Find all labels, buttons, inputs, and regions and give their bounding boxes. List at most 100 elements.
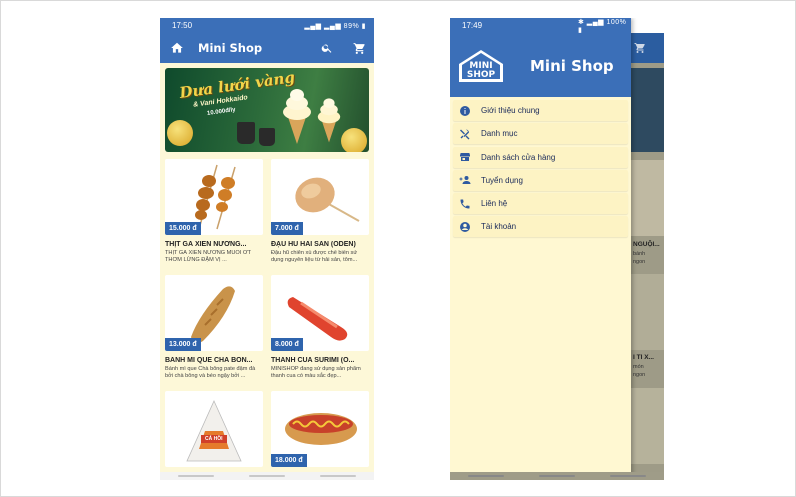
status-time: 17:50 bbox=[172, 21, 193, 30]
restaurant-icon bbox=[460, 129, 470, 140]
menu-item-about[interactable]: Giới thiệu chung bbox=[453, 100, 628, 121]
menu-item-label: Liên hệ bbox=[481, 199, 508, 209]
product-name-fragment: I TI X... bbox=[633, 354, 654, 361]
account-icon bbox=[460, 221, 470, 232]
product-desc-fragment: ngon bbox=[633, 259, 646, 265]
price-tag: 7.000 đ bbox=[271, 222, 303, 235]
menu-item-label: Danh mục bbox=[481, 129, 518, 139]
store-icon bbox=[460, 153, 470, 162]
product-image: 13.000 đ bbox=[165, 275, 263, 351]
search-button[interactable] bbox=[320, 41, 334, 55]
signal-icon: ▂▄▆ ▂▄▆ bbox=[304, 22, 342, 30]
product-card[interactable]: 8.000 đ THANH CUA SURIMI (O... MINISHOP … bbox=[271, 275, 369, 387]
melon-image bbox=[167, 120, 193, 146]
onigiri-image bbox=[186, 400, 242, 462]
product-image: 18.000 đ bbox=[271, 391, 369, 467]
product-image: 15.000 đ bbox=[165, 159, 263, 235]
ice-cream-image bbox=[317, 98, 341, 143]
product-image-fragment bbox=[631, 160, 664, 236]
product-card[interactable]: CÁ HỒI bbox=[165, 391, 263, 480]
cart-button[interactable] bbox=[352, 41, 366, 55]
phone-drawer-screen: NGUỘI... bánh ngon I TI X... món ngon 17… bbox=[450, 18, 664, 480]
home-icon[interactable] bbox=[170, 41, 184, 55]
price-tag: 15.000 đ bbox=[165, 222, 201, 235]
product-desc-fragment: ngon bbox=[633, 372, 646, 378]
menu-item-stores[interactable]: Danh sách cửa hàng bbox=[453, 146, 628, 168]
product-image: 7.000 đ bbox=[271, 159, 369, 235]
app-bar: Mini Shop bbox=[160, 33, 374, 63]
menu-item-contact[interactable]: Liên hệ bbox=[453, 193, 628, 215]
drawer-header: 17:49 ✱ ▂▄▆ 100% ▮ MINI SHOP Mini Shop bbox=[450, 18, 631, 97]
status-bar: 17:49 ✱ ▂▄▆ 100% ▮ bbox=[450, 18, 631, 34]
cart-icon bbox=[634, 43, 645, 53]
menu-item-categories[interactable]: Danh mục bbox=[453, 123, 628, 145]
info-icon bbox=[460, 105, 470, 116]
status-bar: 17:50 ▂▄▆ ▂▄▆ 89% ▮ bbox=[160, 18, 374, 33]
cart-icon bbox=[353, 42, 365, 54]
menu-item-account[interactable]: Tài khoản bbox=[453, 216, 628, 238]
product-description: THỊT GÀ XIÊN NƯỚNG MUỐI ỚT THƠM LỪNG ĐẬM… bbox=[165, 250, 251, 263]
nav-home[interactable] bbox=[248, 475, 285, 477]
status-time: 17:49 bbox=[462, 21, 483, 30]
nav-back[interactable] bbox=[320, 475, 357, 477]
nav-home[interactable] bbox=[538, 475, 575, 477]
nav-recent[interactable] bbox=[467, 475, 504, 477]
product-description: Bánh mì que Chà bông pate đậm đà bởi chà… bbox=[165, 366, 256, 379]
minishop-logo-icon: MINI SHOP bbox=[459, 50, 503, 82]
battery-icon: ▮ bbox=[361, 22, 366, 30]
product-name: THỊT GÀ XIÊN NƯỚNG... bbox=[165, 241, 247, 248]
product-description: MINISHOP đang sử dụng sản phẩm thanh cua… bbox=[271, 366, 361, 379]
product-desc-fragment: món bbox=[633, 364, 644, 370]
phone-icon bbox=[460, 199, 470, 209]
cup-image bbox=[237, 122, 255, 144]
battery-level: 89% bbox=[343, 22, 360, 30]
system-nav-bar bbox=[450, 472, 664, 480]
status-icons: ▂▄▆ ▂▄▆ 89% ▮ bbox=[304, 22, 366, 30]
product-image-fragment bbox=[631, 388, 664, 464]
product-card[interactable]: 13.000 đ BÁNH MÌ QUE CHÀ BÔN... Bánh mì … bbox=[165, 275, 263, 387]
nav-recent[interactable] bbox=[177, 475, 214, 477]
menu-item-label: Giới thiệu chung bbox=[481, 106, 540, 115]
search-icon bbox=[321, 44, 332, 53]
onigiri-label: CÁ HỒI bbox=[205, 436, 223, 442]
app-title: Mini Shop bbox=[198, 41, 263, 55]
battery-level: 100% bbox=[606, 18, 627, 26]
product-image: CÁ HỒI bbox=[165, 391, 263, 467]
product-card[interactable]: 7.000 đ ĐẬU HŨ HẢI SẢN (ODEN) Đậu hũ chi… bbox=[271, 159, 369, 271]
product-description: Đậu hũ chiên xù được chế biến sử dụng ng… bbox=[271, 250, 358, 263]
banner-fragment bbox=[631, 68, 664, 152]
logo-text-shop: SHOP bbox=[467, 70, 496, 80]
status-icons: ✱ ▂▄▆ 100% ▮ bbox=[578, 18, 631, 34]
banner-price: 10.000đ/ly bbox=[206, 107, 236, 117]
product-image: 8.000 đ bbox=[271, 275, 369, 351]
phone-home-screen: 17:50 ▂▄▆ ▂▄▆ 89% ▮ Mini Shop Dưa lưới v… bbox=[160, 18, 374, 480]
menu-item-label: Tài khoản bbox=[481, 222, 517, 232]
ice-cream-image bbox=[283, 89, 311, 144]
drawer-title: Mini Shop bbox=[530, 57, 614, 75]
price-tag: 8.000 đ bbox=[271, 338, 303, 351]
product-image-fragment bbox=[631, 274, 664, 350]
product-grid: 15.000 đ THỊT GÀ XIÊN NƯỚNG... THỊT GÀ X… bbox=[165, 159, 369, 480]
price-tag: 18.000 đ bbox=[271, 454, 307, 467]
product-name: THANH CUA SURIMI (O... bbox=[271, 357, 355, 364]
product-card[interactable]: 18.000 đ bbox=[271, 391, 369, 480]
signal-icon: ✱ ▂▄▆ bbox=[578, 18, 605, 26]
product-name-fragment: NGUỘI... bbox=[633, 241, 660, 248]
promo-banner[interactable]: Dưa lưới vàng & Vani Hokkaido 10.000đ/ly bbox=[165, 68, 369, 152]
nav-back[interactable] bbox=[610, 475, 647, 477]
price-tag: 13.000 đ bbox=[165, 338, 201, 351]
canvas: 17:50 ▂▄▆ ▂▄▆ 89% ▮ Mini Shop Dưa lưới v… bbox=[0, 0, 796, 497]
navigation-drawer: 17:49 ✱ ▂▄▆ 100% ▮ MINI SHOP Mini Shop G… bbox=[450, 18, 631, 480]
person-add-icon bbox=[459, 176, 471, 185]
cup-image bbox=[259, 128, 275, 146]
product-card[interactable]: 15.000 đ THỊT GÀ XIÊN NƯỚNG... THỊT GÀ X… bbox=[165, 159, 263, 271]
menu-item-label: Danh sách cửa hàng bbox=[481, 152, 556, 162]
product-name: BÁNH MÌ QUE CHÀ BÔN... bbox=[165, 357, 253, 364]
product-name: ĐẬU HŨ HẢI SẢN (ODEN) bbox=[271, 241, 356, 248]
menu-item-recruitment[interactable]: Tuyển dụng bbox=[453, 169, 628, 191]
home-content: Dưa lưới vàng & Vani Hokkaido 10.000đ/ly bbox=[160, 63, 374, 480]
drawer-menu: Giới thiệu chung Danh mục Danh sách cửa … bbox=[450, 97, 631, 238]
battery-icon: ▮ bbox=[578, 26, 583, 34]
menu-item-label: Tuyển dụng bbox=[481, 175, 523, 185]
system-nav-bar bbox=[160, 472, 374, 480]
